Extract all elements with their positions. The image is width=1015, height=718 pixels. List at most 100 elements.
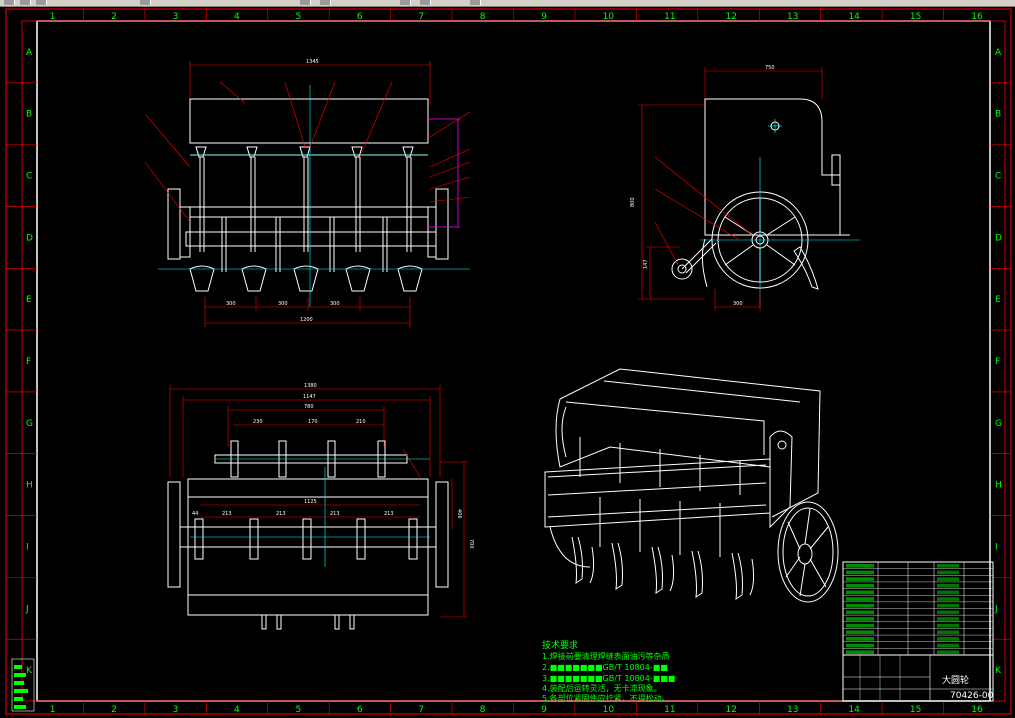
row-label-right: D xyxy=(995,233,1002,243)
parts-row-material xyxy=(937,564,959,568)
side-dims xyxy=(638,104,761,311)
column-label-bottom: 14 xyxy=(848,705,860,715)
column-label-top: 3 xyxy=(173,12,179,22)
column-label-top: 10 xyxy=(603,12,615,22)
column-label-bottom: 12 xyxy=(726,705,737,715)
notes-line-1: 1.焊接前要清理焊缝表面油污等杂质 xyxy=(542,651,670,661)
column-label-bottom: 16 xyxy=(971,705,983,715)
column-label-top: 1 xyxy=(50,12,56,22)
column-labels-bottom: 1 2 3 4 5 6 7 8 9 10 11 12 13 14 15 16 xyxy=(50,701,983,715)
redo-icon[interactable] xyxy=(300,0,311,5)
column-label-bottom: 7 xyxy=(418,705,424,715)
column-label-top: 2 xyxy=(111,12,117,22)
parts-row-material xyxy=(937,570,959,575)
parts-row-text xyxy=(846,577,874,581)
row-label-right: H xyxy=(995,481,1002,491)
parts-row-text xyxy=(846,570,874,575)
row-label-right: J xyxy=(994,604,998,614)
parts-row-material xyxy=(937,603,959,608)
parts-row-text xyxy=(846,603,874,608)
column-label-top: 11 xyxy=(664,12,675,22)
column-label-bottom: 13 xyxy=(787,705,798,715)
notes-line-4: 4.装配后运转灵活，无卡滞现象。 xyxy=(542,683,662,693)
parts-row-text xyxy=(846,564,874,568)
column-label-bottom: 5 xyxy=(295,705,301,715)
column-label-top: 13 xyxy=(787,12,798,22)
parts-row-text xyxy=(846,610,874,615)
row-label-left: D xyxy=(26,233,33,243)
column-label-bottom: 8 xyxy=(480,705,486,715)
parts-row-text xyxy=(846,583,874,588)
column-label-bottom: 15 xyxy=(910,705,921,715)
plan-dim-44: 44 xyxy=(192,511,198,517)
row-label-left: K xyxy=(26,666,33,676)
parts-row-text xyxy=(846,590,874,595)
parts-row-text xyxy=(846,617,874,621)
row-label-right: K xyxy=(995,666,1002,676)
title-block: 大圆轮 70426-00 xyxy=(842,654,994,702)
column-label-bottom: 4 xyxy=(234,705,240,715)
column-label-bottom: 1 xyxy=(50,705,56,715)
outer-frame xyxy=(5,8,1012,715)
iso-openers xyxy=(571,536,755,601)
save-icon[interactable] xyxy=(20,0,31,5)
zoom-icon[interactable] xyxy=(320,0,331,5)
row-label-left: C xyxy=(26,172,32,182)
pan-icon[interactable] xyxy=(400,0,411,5)
front-view: 1345 300 300 300 1200 xyxy=(144,59,471,327)
side-bottom-dim: 300 xyxy=(733,301,743,307)
column-label-top: 5 xyxy=(295,12,301,22)
front-top-dim: 1345 xyxy=(306,59,319,65)
row-label-right: G xyxy=(995,419,1002,429)
isometric-view xyxy=(544,368,839,603)
drawing-canvas[interactable]: 1 2 3 4 5 6 7 8 9 10 11 12 13 14 15 16 1 2 3 4 5 6 7 8 9 10 11 12 1… xyxy=(0,7,1015,718)
plan-dim-1147: 1147 xyxy=(303,394,316,400)
parts-row-text xyxy=(846,623,874,628)
plan-dim-406: 406 xyxy=(456,509,462,519)
column-label-top: 14 xyxy=(848,12,860,22)
row-labels-left: A B C D E F G H I J K xyxy=(6,48,37,676)
column-label-top: 4 xyxy=(234,12,240,22)
parts-row-material xyxy=(937,630,959,635)
cad-toolbar xyxy=(0,0,1015,7)
parts-row-text xyxy=(846,643,874,648)
row-label-right: I xyxy=(995,542,998,552)
parts-row-text xyxy=(846,630,874,635)
parts-row-text xyxy=(846,650,874,654)
plan-dim-213-a: 213 xyxy=(222,511,232,517)
column-label-bottom: 2 xyxy=(111,705,117,715)
front-centerlines xyxy=(158,85,470,307)
properties-icon[interactable] xyxy=(420,0,431,5)
side-leaders xyxy=(654,156,753,266)
parts-row-material xyxy=(937,597,959,601)
front-bottom-dim-2: 300 xyxy=(278,301,288,307)
row-label-left: G xyxy=(26,419,33,429)
parts-row-material xyxy=(937,650,959,654)
iso-wheel-spokes xyxy=(785,508,829,597)
parts-row-material xyxy=(937,643,959,648)
column-labels-top: 1 2 3 4 5 6 7 8 9 10 11 12 13 14 15 16 xyxy=(50,9,983,22)
print-icon[interactable] xyxy=(36,0,47,5)
front-bottom-total: 1200 xyxy=(300,317,313,323)
row-label-left: H xyxy=(26,481,33,491)
column-label-top: 12 xyxy=(726,12,737,22)
undo-icon[interactable] xyxy=(140,0,151,5)
parts-row-material xyxy=(937,610,959,615)
notes-line-2: 2.■■■■■■■GB/T 10804-■■ xyxy=(542,663,668,672)
plan-shafts xyxy=(261,614,355,630)
plan-dim-700: 700 xyxy=(468,539,474,549)
parts-row-material xyxy=(937,583,959,588)
row-label-right: F xyxy=(995,357,1000,367)
row-label-right: B xyxy=(995,110,1001,120)
plan-dim-210: 210 xyxy=(356,419,366,425)
front-bottom-dim-1: 300 xyxy=(226,301,236,307)
file-icon[interactable] xyxy=(4,0,15,5)
front-bottom-dim-3: 300 xyxy=(330,301,340,307)
column-label-top: 8 xyxy=(480,12,486,22)
title-block-drawing-no: 70426-00 xyxy=(950,691,994,701)
side-left-dim: 800 xyxy=(630,197,636,207)
layer-icon[interactable] xyxy=(470,0,481,5)
side-lower-dim: 147 xyxy=(643,259,649,269)
row-label-right: A xyxy=(995,48,1002,58)
title-block-name: 大圆轮 xyxy=(942,674,969,686)
